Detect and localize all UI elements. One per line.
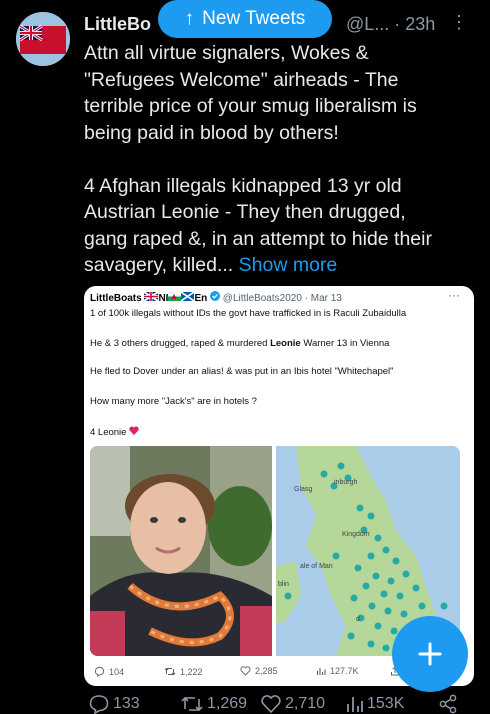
quoted-line-4: How many more "Jack's" are in hotels ? (90, 396, 257, 407)
retweet-icon (164, 667, 176, 676)
reply-action[interactable]: 133 (88, 694, 140, 714)
quoted-views[interactable]: 127.7K (316, 666, 359, 676)
quoted-tweet-header: LittleBoats NI En @LittleBoats2020 · Mar … (90, 291, 342, 304)
share-action[interactable] (438, 694, 458, 714)
quoted-more-icon[interactable]: ··· (448, 288, 460, 302)
quoted-author: LittleBoats (90, 293, 142, 304)
quoted-line-2-a: He & 3 others drugged, raped & murdered (90, 338, 271, 349)
quoted-like-count: 2,285 (255, 666, 278, 676)
compose-tweet-button[interactable] (392, 616, 468, 692)
quoted-view-count: 127.7K (330, 666, 359, 676)
retweet-icon (181, 696, 203, 712)
new-tweets-label: New Tweets (202, 8, 306, 29)
quoted-line-3: He fled to Dover under an alias! & was p… (90, 366, 394, 377)
plus-icon (418, 642, 442, 666)
tweet-actions: 133 1,269 2,710 153K (84, 694, 484, 714)
views-icon (347, 697, 363, 712)
reply-icon (89, 695, 109, 714)
red-heart-icon (129, 426, 139, 435)
author-handle-time[interactable]: @L... · 23h (346, 14, 435, 35)
quoted-line-5-text: 4 Leonie (90, 427, 127, 438)
tweet-text: Attn all virtue signalers, Wokes & "Refu… (84, 40, 474, 279)
map-label: Glasg (294, 486, 312, 493)
retweet-action[interactable]: 1,269 (180, 694, 247, 714)
map-label: inburgh (334, 479, 357, 486)
heart-icon (261, 695, 281, 714)
red-ensign-flag-icon (16, 12, 70, 66)
author-name[interactable]: LittleBo (84, 14, 151, 35)
new-tweets-button[interactable]: ↑ New Tweets (158, 0, 332, 38)
flag-icon (168, 292, 182, 301)
quoted-reply-count: 104 (109, 666, 125, 677)
tweet-body: Attn all virtue signalers, Wokes & "Refu… (84, 42, 432, 276)
reply-count: 133 (113, 695, 140, 712)
map-label: ale of Man (300, 563, 333, 570)
view-count: 153K (367, 695, 405, 712)
quoted-reply[interactable]: 104 (94, 666, 124, 677)
quoted-flags-text-2: En (194, 293, 208, 304)
retweet-count: 1,269 (207, 695, 248, 712)
map-label: blin (278, 581, 289, 588)
views-action[interactable]: 153K (346, 694, 404, 714)
quoted-retweet[interactable]: 1,222 (164, 666, 203, 677)
quoted-line-2-b: Leonie (270, 338, 301, 349)
map-label: d (356, 616, 360, 623)
quoted-line-1: 1 of 100k illegals without IDs the govt … (90, 308, 407, 319)
arrow-up-icon: ↑ (184, 8, 195, 29)
quoted-line-2: He & 3 others drugged, raped & murdered … (90, 338, 389, 349)
girl-with-snake-photo (90, 446, 272, 656)
map-label: Kingdom (342, 531, 370, 538)
quoted-handle-date: @LittleBoats2020 · Mar 13 (222, 293, 342, 304)
more-options-icon[interactable]: ⋮ (450, 12, 468, 33)
flag-icon (180, 291, 195, 302)
reply-icon (94, 666, 105, 677)
show-more-link[interactable]: Show more (239, 254, 338, 276)
like-action[interactable]: 2,710 (260, 694, 325, 714)
share-icon (439, 694, 457, 714)
quoted-line-2-c: Warner 13 in Vienna (300, 338, 390, 349)
verified-icon (210, 291, 221, 301)
quoted-retweet-count: 1,222 (180, 666, 203, 677)
quoted-like[interactable]: 2,285 (240, 666, 278, 676)
heart-icon (240, 666, 251, 676)
like-count: 2,710 (285, 695, 326, 712)
quoted-flags-text: NI (158, 293, 169, 304)
views-icon (316, 668, 326, 675)
avatar[interactable] (16, 12, 70, 66)
flag-icon (143, 291, 159, 302)
quoted-line-5: 4 Leonie (90, 426, 139, 438)
